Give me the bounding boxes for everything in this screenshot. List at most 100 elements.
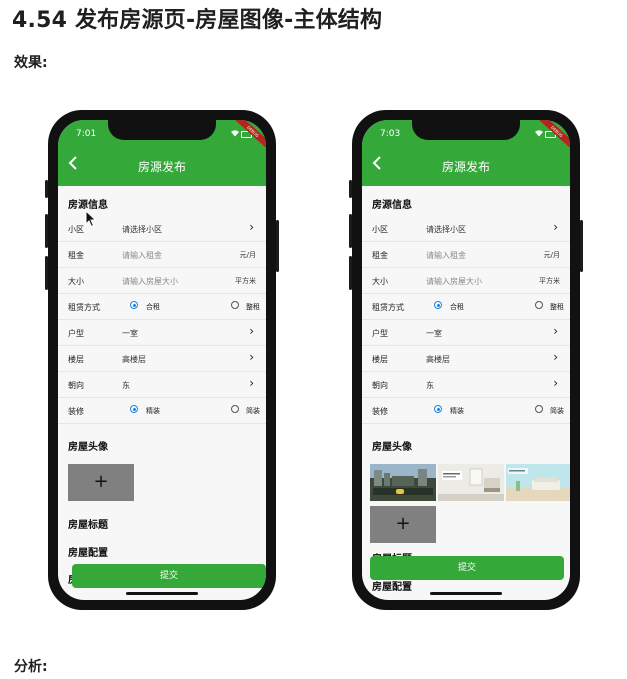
document-title: 4.54 发布房源页-房屋图像-主体结构 — [12, 8, 383, 33]
size-row: 大小 请输入房屋大小 平方米 — [58, 268, 266, 294]
radio-whole[interactable] — [231, 301, 239, 309]
add-image-button[interactable]: + — [68, 464, 134, 501]
size-label: 大小 — [372, 277, 388, 286]
rent-unit: 元/月 — [239, 251, 256, 259]
orientation-value: 东 — [426, 381, 434, 390]
section-house-config: 房屋配置 — [372, 582, 412, 593]
orientation-value: 东 — [122, 381, 130, 390]
radio-simple-label: 简装 — [246, 407, 260, 415]
decoration-label: 装修 — [68, 407, 84, 416]
analysis-label: 分析: — [14, 659, 48, 675]
power-button — [580, 220, 583, 272]
rent-input[interactable]: 请输入租金 — [426, 250, 466, 261]
volume-up-button — [349, 214, 352, 248]
community-row[interactable]: 小区 请选择小区 › — [362, 216, 570, 242]
chevron-right-icon: › — [553, 376, 558, 390]
rent-unit: 元/月 — [543, 251, 560, 259]
size-unit: 平方米 — [235, 277, 256, 285]
decoration-row: 装修 精装 简装 — [362, 398, 570, 424]
house-image-thumbnail-3[interactable] — [506, 464, 570, 501]
section-house-info: 房源信息 — [372, 200, 412, 211]
layout-label: 户型 — [68, 329, 84, 338]
community-value: 请选择小区 — [426, 225, 466, 234]
page-title: 房源发布 — [137, 160, 186, 174]
chevron-right-icon: › — [249, 324, 254, 338]
section-house-title: 房屋标题 — [68, 520, 108, 531]
wifi-icon — [230, 129, 240, 140]
decoration-label: 装修 — [372, 407, 388, 416]
radio-shared-label: 合租 — [450, 303, 464, 311]
layout-label: 户型 — [372, 329, 388, 338]
home-indicator — [126, 592, 198, 595]
radio-shared-label: 合租 — [146, 303, 160, 311]
layout-row[interactable]: 户型 一室 › — [58, 320, 266, 346]
submit-button[interactable]: 提交 — [370, 556, 564, 580]
radio-whole-label: 整租 — [550, 303, 564, 311]
add-image-button[interactable]: + — [370, 506, 436, 543]
radio-fine[interactable] — [130, 405, 138, 413]
radio-fine[interactable] — [434, 405, 442, 413]
rent-type-row: 租赁方式 合租 整租 — [58, 294, 266, 320]
volume-up-button — [45, 214, 48, 248]
chevron-right-icon: › — [249, 376, 254, 390]
size-unit: 平方米 — [539, 277, 560, 285]
rent-type-row: 租赁方式 合租 整租 — [362, 294, 570, 320]
radio-fine-label: 精装 — [146, 407, 160, 415]
orientation-label: 朝向 — [372, 381, 388, 390]
phone-screen-2: 7:03 DEBUG 房源发布 房源信息 小区 请选择小区 › 租金 请输入租金… — [362, 120, 570, 600]
volume-down-button — [45, 256, 48, 290]
orientation-row[interactable]: 朝向 东 › — [58, 372, 266, 398]
rent-label: 租金 — [68, 251, 84, 260]
radio-shared[interactable] — [434, 301, 442, 309]
radio-whole-label: 整租 — [246, 303, 260, 311]
page-title: 房源发布 — [441, 160, 490, 174]
volume-down-button — [349, 256, 352, 290]
floor-label: 楼层 — [372, 355, 388, 364]
section-house-images: 房屋头像 — [68, 442, 108, 453]
community-label: 小区 — [68, 225, 84, 234]
notch — [108, 120, 216, 140]
rent-input[interactable]: 请输入租金 — [122, 250, 162, 261]
size-row: 大小 请输入房屋大小 平方米 — [362, 268, 570, 294]
radio-simple[interactable] — [535, 405, 543, 413]
house-image-thumbnail-2[interactable] — [438, 464, 504, 501]
orientation-row[interactable]: 朝向 东 › — [362, 372, 570, 398]
mute-switch — [45, 180, 48, 198]
chevron-right-icon: › — [249, 220, 254, 234]
chevron-right-icon: › — [553, 324, 558, 338]
layout-value: 一室 — [122, 329, 138, 338]
form-rows: 小区 请选择小区 › 租金 请输入租金 元/月 大小 请输入房屋大小 平方米 租… — [58, 216, 266, 424]
rent-row: 租金 请输入租金 元/月 — [362, 242, 570, 268]
layout-value: 一室 — [426, 329, 442, 338]
size-input[interactable]: 请输入房屋大小 — [426, 276, 482, 287]
radio-fine-label: 精装 — [450, 407, 464, 415]
status-time: 7:03 — [380, 129, 401, 139]
wifi-icon — [534, 129, 544, 140]
size-label: 大小 — [68, 277, 84, 286]
rent-row: 租金 请输入租金 元/月 — [58, 242, 266, 268]
home-indicator — [430, 592, 502, 595]
form-rows: 小区 请选择小区 › 租金 请输入租金 元/月 大小 请输入房屋大小 平方米 租… — [362, 216, 570, 424]
radio-shared[interactable] — [130, 301, 138, 309]
radio-simple-label: 简装 — [550, 407, 564, 415]
community-label: 小区 — [372, 225, 388, 234]
floor-value: 高楼层 — [122, 355, 146, 364]
radio-whole[interactable] — [535, 301, 543, 309]
layout-row[interactable]: 户型 一室 › — [362, 320, 570, 346]
community-value: 请选择小区 — [122, 225, 162, 234]
section-house-images: 房屋头像 — [372, 442, 412, 453]
radio-simple[interactable] — [231, 405, 239, 413]
floor-row[interactable]: 楼层 高楼层 › — [58, 346, 266, 372]
notch — [412, 120, 520, 140]
submit-button[interactable]: 提交 — [72, 564, 266, 588]
floor-label: 楼层 — [68, 355, 84, 364]
chevron-right-icon: › — [553, 350, 558, 364]
phone-frame-1: 7:01 DEBUG 房源发布 房源信息 小区 请选择小区 › 租金 请输入租金… — [45, 110, 279, 610]
size-input[interactable]: 请输入房屋大小 — [122, 276, 178, 287]
effect-label: 效果: — [14, 55, 48, 71]
mute-switch — [349, 180, 352, 198]
phone-frame-2: 7:03 DEBUG 房源发布 房源信息 小区 请选择小区 › 租金 请输入租金… — [349, 110, 583, 610]
phone-screen-1: 7:01 DEBUG 房源发布 房源信息 小区 请选择小区 › 租金 请输入租金… — [58, 120, 266, 600]
house-image-thumbnail-1[interactable] — [370, 464, 436, 501]
floor-row[interactable]: 楼层 高楼层 › — [362, 346, 570, 372]
